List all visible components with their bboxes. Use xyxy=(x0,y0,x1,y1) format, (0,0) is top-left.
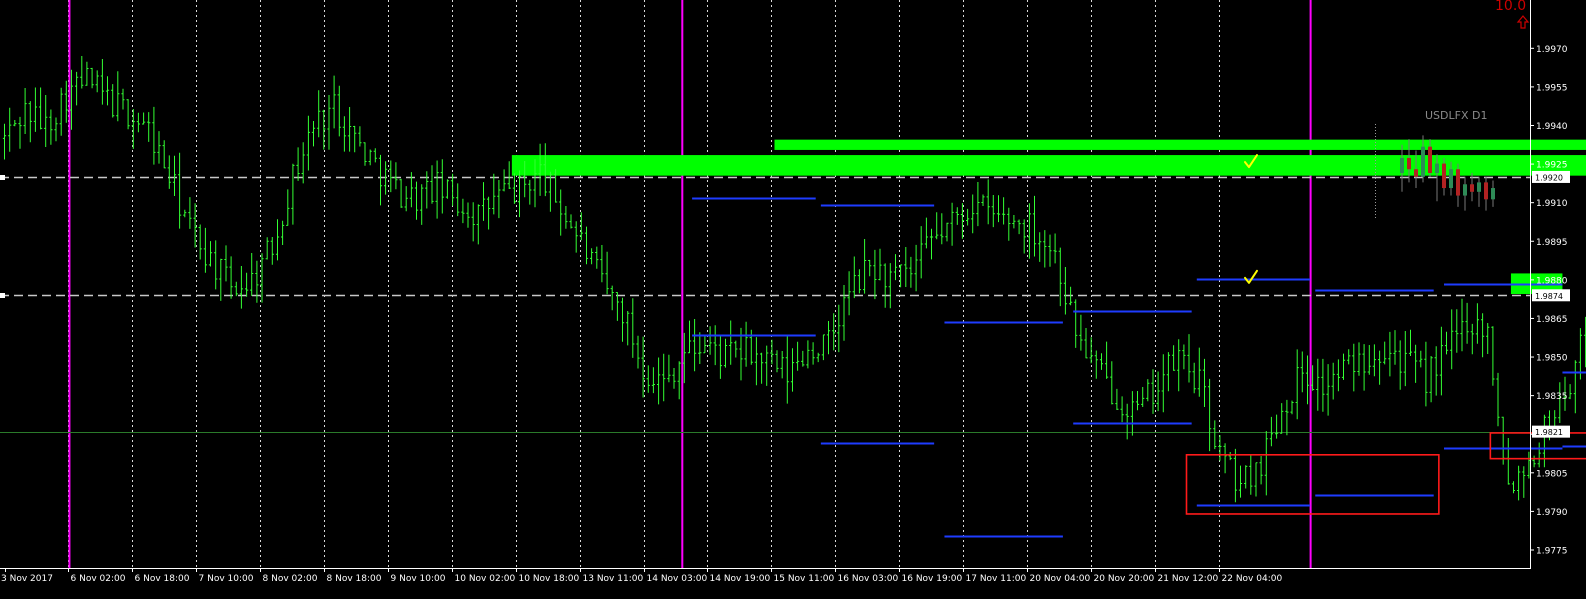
up-arrow-icon xyxy=(1518,16,1528,28)
daily-candle-body xyxy=(1400,158,1404,173)
x-tick-label: 10 Nov 02:00 xyxy=(455,574,516,584)
y-tick-label: 1.9790 xyxy=(1536,508,1568,518)
y-tick-label: 1.9925 xyxy=(1536,161,1568,171)
x-tick-label: 20 Nov 20:00 xyxy=(1094,574,1155,584)
x-tick-label: 3 Nov 2017 xyxy=(1,574,53,584)
day-separators xyxy=(69,0,1310,568)
x-tick-label: 6 Nov 18:00 xyxy=(135,574,190,584)
y-tick-label: 1.9775 xyxy=(1536,546,1568,556)
daily-candle-body xyxy=(1435,164,1439,173)
daily-candle-body xyxy=(1449,169,1453,188)
daily-candle-body xyxy=(1477,182,1481,191)
x-tick-label: 6 Nov 02:00 xyxy=(71,574,126,584)
supply-zone xyxy=(775,140,1586,150)
y-tick-label: 1.9895 xyxy=(1536,238,1568,248)
price-bars xyxy=(3,56,1586,502)
price-tag-label: 1.9874 xyxy=(1535,292,1563,301)
checkmark-icon xyxy=(1245,271,1257,283)
daily-candle-body xyxy=(1484,182,1488,199)
daily-candle-body xyxy=(1414,169,1418,177)
x-tick-label: 22 Nov 04:00 xyxy=(1222,574,1283,584)
time-axis: 3 Nov 2017 6 Nov 02:00 6 Nov 18:00 7 Nov 10… xyxy=(0,568,1531,584)
price-chart[interactable]: USDLFX D1 1.9970 1.9955 1.9940 1.9925 1.9910… xyxy=(0,0,1586,595)
x-tick-label: 13 Nov 11:00 xyxy=(583,574,644,584)
daily-candle-body xyxy=(1407,158,1411,169)
daily-candle-body xyxy=(1442,164,1446,188)
daily-candle-body xyxy=(1463,184,1467,195)
y-tick-label: 1.9850 xyxy=(1536,354,1568,364)
y-tick-label: 1.9805 xyxy=(1536,469,1568,479)
daily-panel-title: USDLFX D1 xyxy=(1425,109,1487,122)
level-anchor-marker xyxy=(0,175,5,180)
y-tick-label: 1.9835 xyxy=(1536,392,1568,402)
daily-candle-body xyxy=(1428,147,1432,173)
y-tick-label: 1.9970 xyxy=(1536,45,1568,55)
x-tick-label: 16 Nov 19:00 xyxy=(902,574,963,584)
x-tick-label: 17 Nov 11:00 xyxy=(966,574,1027,584)
y-tick-label: 1.9880 xyxy=(1536,276,1568,286)
chart-canvas[interactable]: USDLFX D1 1.9970 1.9955 1.9940 1.9925 1.9910… xyxy=(0,0,1586,595)
corner-indicator: 10.0 xyxy=(1495,0,1528,28)
price-axis: 1.9970 1.9955 1.9940 1.9925 1.9910 1.9895 1.98… xyxy=(1530,0,1570,568)
x-tick-label: 8 Nov 02:00 xyxy=(263,574,318,584)
price-series xyxy=(3,56,1586,502)
level-anchor-marker xyxy=(0,293,5,298)
y-tick-label: 1.9940 xyxy=(1536,122,1568,132)
x-tick-label: 7 Nov 10:00 xyxy=(199,574,254,584)
daily-candle-body xyxy=(1456,169,1460,195)
corner-value: 10.0 xyxy=(1495,0,1526,14)
daily-candle-body xyxy=(1470,184,1474,192)
price-tag-label: 1.9920 xyxy=(1535,173,1563,182)
x-tick-label: 9 Nov 10:00 xyxy=(391,574,446,584)
x-tick-label: 14 Nov 03:00 xyxy=(647,574,708,584)
y-tick-label: 1.9910 xyxy=(1536,199,1568,209)
daily-candle-body xyxy=(1491,188,1495,199)
x-tick-label: 14 Nov 19:00 xyxy=(710,574,771,584)
x-tick-label: 16 Nov 03:00 xyxy=(838,574,899,584)
x-tick-label: 21 Nov 12:00 xyxy=(1158,574,1219,584)
x-tick-label: 8 Nov 18:00 xyxy=(327,574,382,584)
daily-candle-body xyxy=(1421,147,1425,177)
x-tick-label: 10 Nov 18:00 xyxy=(519,574,580,584)
y-tick-label: 1.9955 xyxy=(1536,83,1568,93)
y-tick-label: 1.9865 xyxy=(1536,315,1568,325)
horizontal-levels xyxy=(0,175,1530,433)
x-tick-label: 15 Nov 11:00 xyxy=(774,574,835,584)
price-tag-label: 1.9821 xyxy=(1535,428,1563,437)
marked-boxes xyxy=(1187,433,1586,514)
x-tick-label: 20 Nov 04:00 xyxy=(1030,574,1091,584)
